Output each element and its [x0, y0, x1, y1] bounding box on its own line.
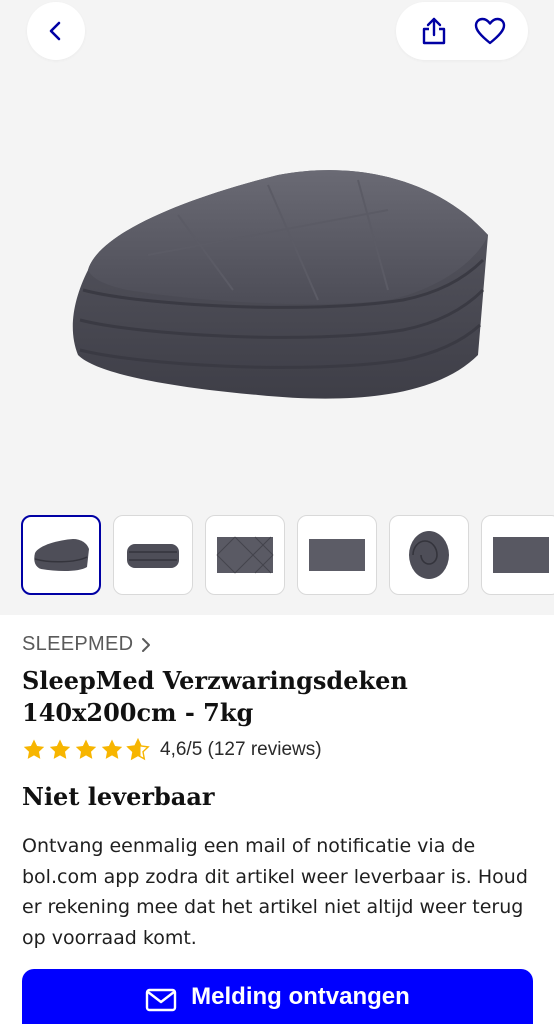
- brand-link[interactable]: SLEEPMED: [22, 633, 151, 656]
- thumbnail-strip: [21, 515, 554, 595]
- chevron-right-icon: [142, 637, 151, 652]
- rating-text: 4,6/5 (127 reviews): [160, 739, 322, 760]
- thumbnail-4[interactable]: [297, 515, 377, 595]
- notify-button-label: Melding ontvangen: [191, 983, 410, 1010]
- star-half-icon: [126, 738, 150, 761]
- thumbnail-5[interactable]: [389, 515, 469, 595]
- star-rating: [22, 738, 150, 762]
- thumbnail-1[interactable]: [21, 515, 101, 595]
- share-icon: [422, 17, 446, 45]
- star-icon: [75, 739, 97, 759]
- product-gallery: [0, 0, 554, 615]
- folded-blanket-side-thumb: [127, 544, 179, 568]
- thumbnail-6[interactable]: [481, 515, 554, 595]
- availability-description: Ontvang eenmalig een mail of notificatie…: [22, 835, 528, 949]
- thumbnail-3[interactable]: [205, 515, 285, 595]
- product-main-image[interactable]: [58, 140, 498, 420]
- chevron-left-icon: [49, 21, 61, 41]
- brand-name: SLEEPMED: [22, 633, 134, 655]
- star-icon: [49, 739, 71, 759]
- heart-icon: [474, 17, 506, 45]
- notify-button[interactable]: Melding ontvangen: [22, 969, 533, 1024]
- thumbnail-2[interactable]: [113, 515, 193, 595]
- blanket-fabric-closeup-thumb: [493, 537, 549, 573]
- header-actions: [396, 2, 528, 60]
- star-icon: [23, 739, 45, 759]
- blanket-rolled-thumb: [409, 531, 449, 579]
- rating-row[interactable]: 4,6/5 (127 reviews): [22, 738, 322, 762]
- folded-blanket-thumb: [34, 539, 89, 572]
- mail-icon: [145, 988, 177, 1012]
- back-button[interactable]: [27, 2, 85, 60]
- product-title: SleepMed Verzwaringsdeken 140x200cm - 7k…: [22, 666, 408, 727]
- share-button[interactable]: [412, 9, 456, 53]
- blanket-flat-quilted-thumb: [216, 536, 274, 574]
- blanket-flat-texture-thumb: [309, 539, 365, 571]
- availability-status: Niet leverbaar: [22, 782, 215, 811]
- star-icon: [101, 739, 123, 759]
- wishlist-button[interactable]: [468, 9, 512, 53]
